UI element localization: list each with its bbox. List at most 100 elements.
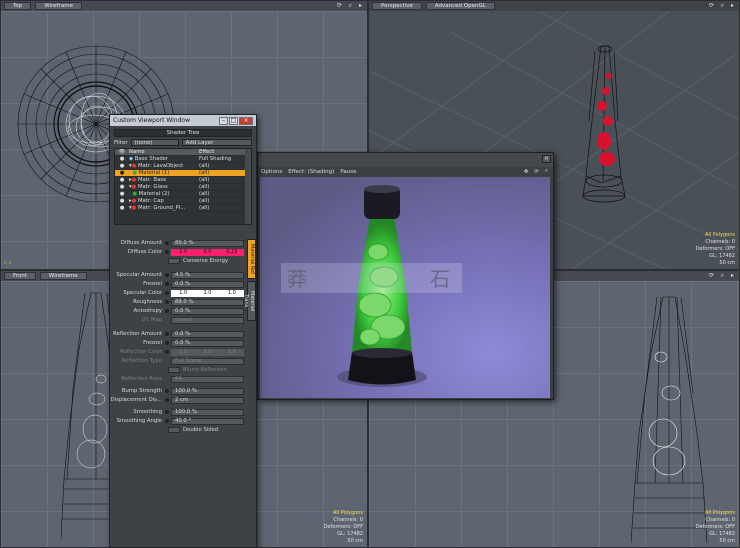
- render-preview-window[interactable]: × Options Effect: (Shading) Pause ✥ ⟳ ⌕: [257, 152, 554, 400]
- anim-dot-icon[interactable]: [165, 282, 169, 286]
- minimize-button[interactable]: –: [219, 116, 228, 125]
- anim-dot-icon[interactable]: [165, 419, 169, 423]
- tree-row[interactable]: ● ▸● Matr: Cap (all): [115, 198, 251, 205]
- checkbox[interactable]: [168, 258, 180, 264]
- anim-dot-icon[interactable]: [165, 291, 169, 295]
- anim-dot-icon[interactable]: [165, 300, 169, 304]
- color-r[interactable]: 1.0: [171, 349, 195, 356]
- reflection-fresnel-field[interactable]: 0.0 %: [171, 339, 244, 347]
- color-r[interactable]: 1.0: [171, 290, 195, 297]
- eye-icon[interactable]: ●: [115, 177, 129, 183]
- zoom-icon[interactable]: ⌕: [545, 168, 548, 175]
- anim-dot-icon[interactable]: [165, 250, 169, 254]
- tree-row-selected[interactable]: ● ● Material (1) (all): [115, 170, 251, 177]
- tree-scrollbar[interactable]: [245, 149, 251, 224]
- refresh-icon[interactable]: ⟳: [337, 2, 342, 9]
- uv-map-dropdown[interactable]: (none): [171, 316, 244, 324]
- window-titlebar[interactable]: Custom Viewport Window – □ ×: [110, 115, 256, 126]
- view-mode-tab[interactable]: Perspective: [372, 2, 422, 10]
- zoom-icon[interactable]: ⌕: [721, 2, 724, 10]
- fresnel-field[interactable]: 0.0 %: [171, 280, 244, 288]
- roughness-field[interactable]: 88.0 %: [171, 298, 244, 306]
- color-g[interactable]: 1.0: [195, 290, 219, 297]
- shading-mode-tab[interactable]: Wireframe: [35, 2, 82, 10]
- eye-icon[interactable]: ●: [115, 156, 129, 162]
- pause-button[interactable]: Pause: [340, 169, 356, 175]
- reflection-amount-field[interactable]: 0.0 %: [171, 330, 244, 338]
- color-g[interactable]: 1.0: [195, 349, 219, 356]
- anim-dot-icon[interactable]: [165, 332, 169, 336]
- menu-arrow-icon[interactable]: ▸: [731, 2, 734, 9]
- name-column-header[interactable]: Name: [129, 149, 199, 155]
- anim-dot-icon[interactable]: [165, 410, 169, 414]
- close-button[interactable]: ×: [239, 116, 253, 125]
- reflection-color-field[interactable]: 1.0 1.0 1.0: [171, 348, 244, 356]
- view-mode-tab[interactable]: Front: [4, 272, 36, 280]
- reflection-rays-field[interactable]: 64: [171, 375, 244, 383]
- conserve-energy-toggle[interactable]: Conserve Energy: [168, 257, 247, 265]
- material-trans-tab[interactable]: Material Trans: [243, 281, 256, 321]
- custom-viewport-window[interactable]: Custom Viewport Window – □ × Shader Tree…: [109, 114, 257, 548]
- specular-amount-field[interactable]: 4.5 %: [171, 271, 244, 279]
- color-g[interactable]: 0.0: [195, 249, 219, 256]
- refresh-icon[interactable]: ⟳: [534, 169, 539, 175]
- tree-row[interactable]: ● ▾● Matr: Glass (all): [115, 184, 251, 191]
- bump-strength-field[interactable]: 100.0 %: [171, 387, 244, 395]
- menu-arrow-icon[interactable]: ▸: [731, 272, 734, 279]
- blurry-reflection-toggle[interactable]: Blurry Reflection: [168, 366, 247, 374]
- anisotropy-field[interactable]: 0.0 %: [171, 307, 244, 315]
- anim-dot-icon[interactable]: [165, 309, 169, 313]
- eye-icon[interactable]: ●: [115, 191, 129, 197]
- reflection-type-dropdown[interactable]: Full Scene: [171, 357, 244, 365]
- effect-column-header[interactable]: Effect: [199, 149, 251, 155]
- eye-icon[interactable]: ●: [115, 198, 129, 204]
- diffuse-color-field[interactable]: 1.0 0.0 0.23: [171, 248, 244, 256]
- filter-dropdown[interactable]: (none): [130, 139, 179, 146]
- color-r[interactable]: 1.0: [171, 249, 195, 256]
- tree-row[interactable]: ● ● Material (2) (all): [115, 191, 251, 198]
- eye-icon[interactable]: ●: [115, 184, 129, 190]
- zoom-icon[interactable]: ⌕: [721, 272, 724, 280]
- refresh-icon[interactable]: ⟳: [709, 2, 714, 9]
- maximize-button[interactable]: □: [229, 116, 238, 125]
- smoothing-angle-field[interactable]: 40.0 °: [171, 417, 244, 425]
- anim-dot-icon[interactable]: [165, 350, 169, 354]
- menu-arrow-icon[interactable]: ▸: [359, 2, 362, 9]
- specular-color-field[interactable]: 1.0 1.0 1.0: [171, 289, 244, 297]
- anim-dot-icon[interactable]: [165, 398, 169, 402]
- view-mode-tab[interactable]: Top: [4, 2, 32, 10]
- shading-mode-tab[interactable]: Advanced OpenGL: [425, 2, 495, 10]
- tree-row[interactable]: ● ▾● Matr: LavaObject (all): [115, 163, 251, 170]
- tree-row[interactable]: ● ▾● Matr: Ground_Pl... (all): [115, 205, 251, 212]
- eye-icon[interactable]: ●: [115, 170, 129, 176]
- anim-dot-icon[interactable]: [165, 389, 169, 393]
- tree-row[interactable]: ● ▸● Matr: Base (all): [115, 177, 251, 184]
- add-layer-dropdown[interactable]: Add Layer: [181, 139, 252, 146]
- color-b[interactable]: 1.0: [220, 290, 244, 297]
- anim-dot-icon[interactable]: [165, 273, 169, 277]
- eye-icon[interactable]: ●: [115, 163, 129, 169]
- diffuse-amount-field[interactable]: 80.0 %: [171, 239, 244, 247]
- color-b[interactable]: 0.23: [220, 249, 244, 256]
- shader-tree-list[interactable]: 👁 Name Effect ● ◆ Base Shader Full Shading…: [114, 148, 252, 225]
- tree-row[interactable]: ● ◆ Base Shader Full Shading: [115, 156, 251, 163]
- refresh-icon[interactable]: ⟳: [709, 272, 714, 279]
- fit-icon[interactable]: ✥: [524, 169, 529, 175]
- effect-menu[interactable]: Effect: (Shading): [288, 169, 334, 175]
- shader-tree-header[interactable]: Shader Tree: [114, 129, 252, 137]
- anim-dot-icon[interactable]: [165, 241, 169, 245]
- checkbox[interactable]: [168, 367, 180, 373]
- eye-icon[interactable]: ●: [115, 205, 129, 211]
- render-window-titlebar[interactable]: [258, 153, 553, 167]
- anim-dot-icon[interactable]: [165, 341, 169, 345]
- zoom-icon[interactable]: ⌕: [349, 2, 352, 10]
- smoothing-field[interactable]: 100.0 %: [171, 408, 244, 416]
- material-ref-tab[interactable]: Material Ref: [247, 239, 256, 279]
- close-icon[interactable]: ×: [542, 155, 551, 163]
- shading-mode-tab[interactable]: Wireframe: [39, 272, 87, 280]
- options-menu[interactable]: Options: [261, 169, 282, 175]
- double-sided-toggle[interactable]: Double Sided: [168, 426, 247, 434]
- color-b[interactable]: 1.0: [220, 349, 244, 356]
- checkbox[interactable]: [168, 427, 180, 433]
- displacement-field[interactable]: 2 cm: [171, 396, 244, 404]
